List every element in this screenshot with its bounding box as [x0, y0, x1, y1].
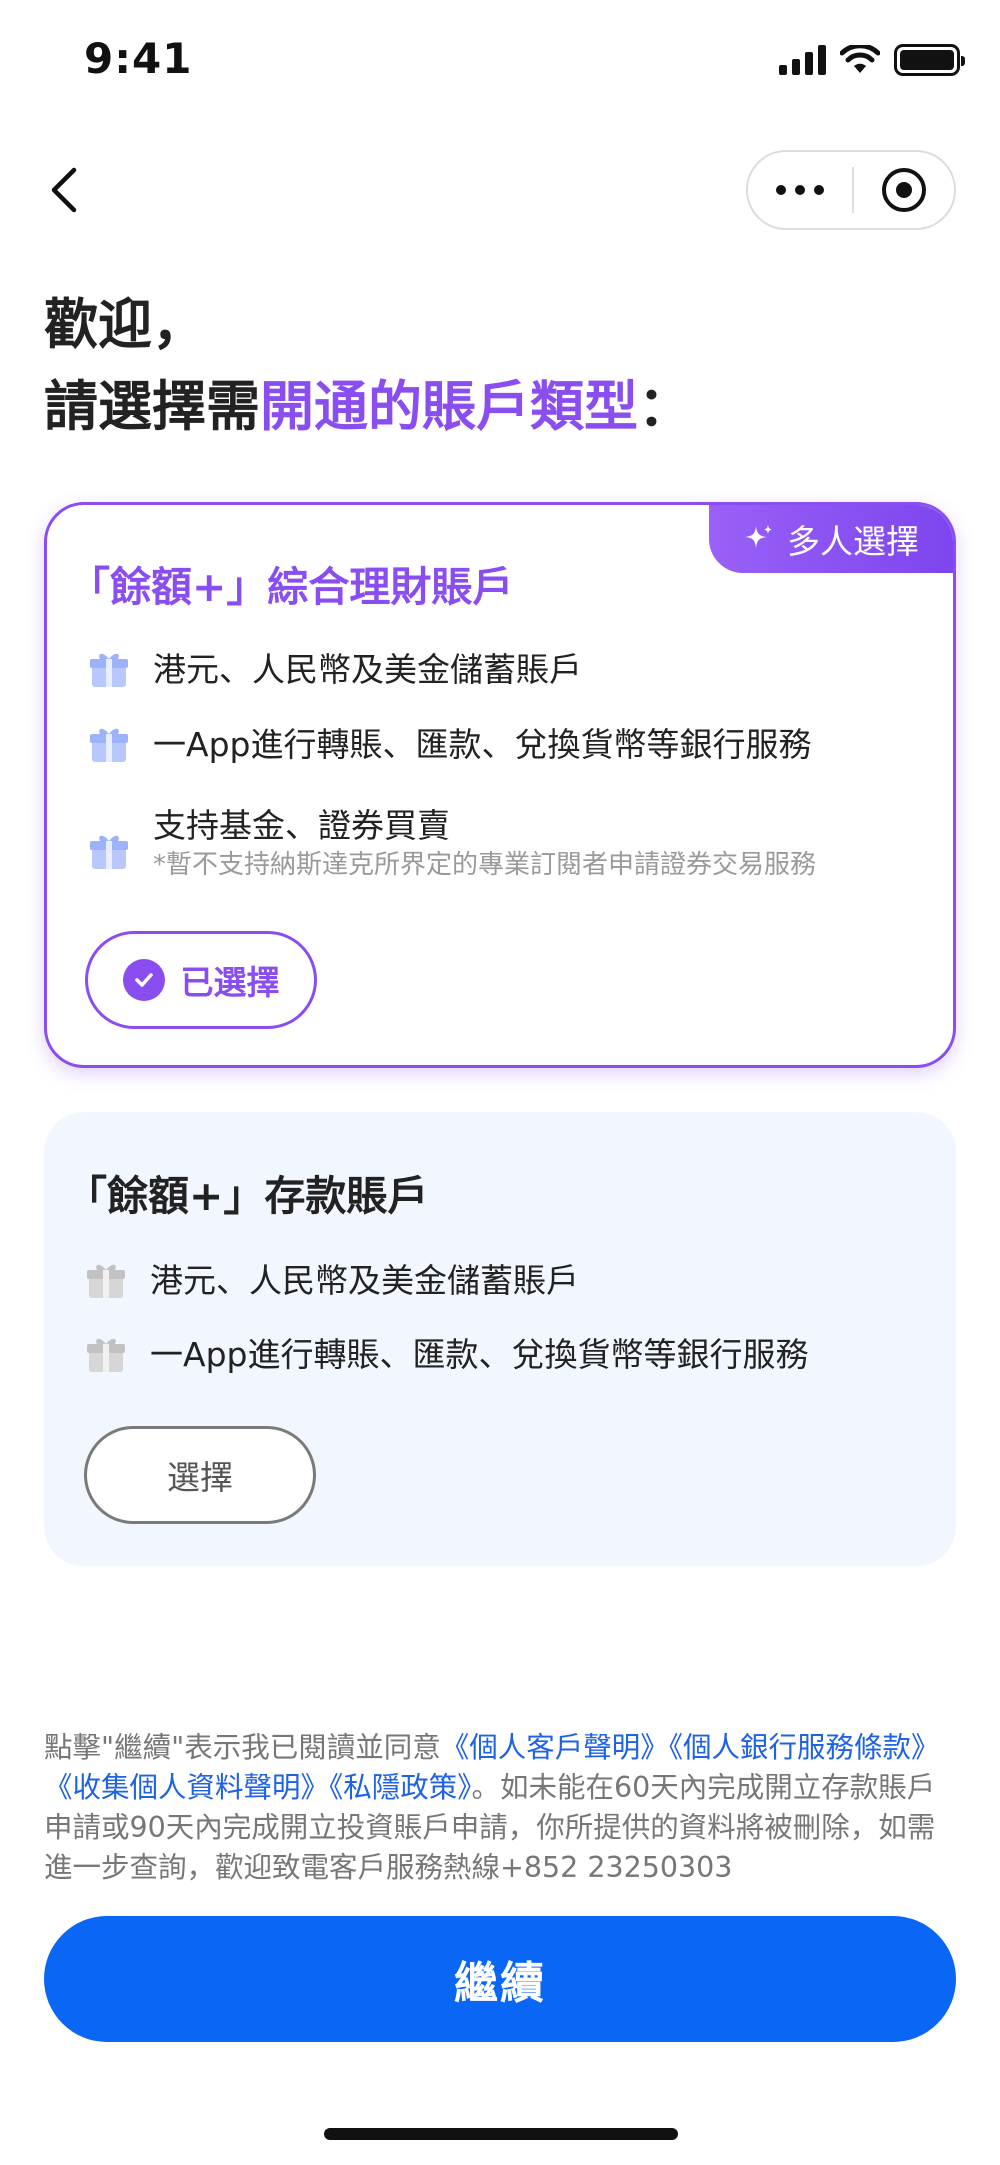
miniprogram-capsule [746, 150, 956, 230]
disclaimer-prefix: 點擊"繼續"表示我已閱讀並同意 [44, 1731, 441, 1764]
status-icons [779, 44, 965, 76]
select-button-label: 選擇 [167, 1458, 233, 1497]
feature-text: 港元、人民幣及美金儲蓄賬戶 [150, 1261, 579, 1300]
back-button[interactable] [38, 162, 88, 218]
more-button[interactable] [748, 152, 852, 228]
deposit-account-card[interactable]: 「餘額+」存款賬戶 港元、人民幣及美金儲蓄賬戶 一App進行轉賬、匯款、兌換貨幣… [44, 1112, 956, 1566]
heading-line-2: 請選擇需開通的賬戶類型： [44, 366, 692, 448]
sparkle-icon [745, 525, 772, 548]
continue-button[interactable]: 繼續 [44, 1916, 956, 2042]
wifi-icon [840, 45, 880, 73]
gift-icon [90, 653, 128, 687]
signal-icon [779, 45, 826, 75]
feature-item: 一App進行轉賬、匯款、兌換貨幣等銀行服務 [89, 724, 811, 766]
close-miniprogram-button[interactable] [854, 152, 954, 228]
feature-text: 支持基金、證券買賣 [153, 806, 450, 845]
selected-button-label: 已選擇 [180, 963, 280, 1002]
selected-button[interactable]: 已選擇 [85, 931, 317, 1029]
gift-icon [87, 1264, 125, 1298]
gift-icon [90, 835, 128, 869]
heading-line-1: 歡迎， [44, 293, 206, 356]
home-indicator [324, 2128, 678, 2140]
check-icon [122, 959, 165, 1001]
banking-terms-link[interactable]: 《個人銀行服務條款》 [669, 1731, 940, 1764]
feature-item: 港元、人民幣及美金儲蓄賬戶 [89, 649, 582, 691]
disclaimer-text: 點擊"繼續"表示我已閱讀並同意《個人客戶聲明》《個人銀行服務條款》《收集個人資料… [44, 1728, 958, 1888]
battery-icon [894, 44, 965, 76]
heading-prefix: 請選擇需 [44, 375, 260, 438]
status-bar: 9:41 [0, 0, 1000, 120]
popular-choice-tag: 多人選擇 [709, 505, 953, 573]
status-time: 9:41 [84, 34, 193, 83]
privacy-policy-link[interactable]: 《私隱政策》 [329, 1771, 472, 1804]
heading-accent: 開通的賬戶類型 [260, 375, 638, 438]
deposit-card-title: 「餘額+」存款賬戶 [66, 1172, 429, 1220]
feature-item: 一App進行轉賬、匯款、兌換貨幣等銀行服務 [86, 1334, 808, 1376]
feature-text: 港元、人民幣及美金儲蓄賬戶 [153, 650, 582, 689]
gift-icon [87, 1338, 125, 1372]
feature-text: 一App進行轉賬、匯款、兌換貨幣等銀行服務 [153, 725, 812, 764]
feature-text-block: 支持基金、證券買賣 *暫不支持納斯達克所界定的專業訂閱者申請證券交易服務 [153, 805, 816, 883]
investment-account-card[interactable]: 多人選擇 「餘額+」綜合理財賬戶 港元、人民幣及美金儲蓄賬戶 一App進行轉賬、… [44, 502, 956, 1068]
popular-tag-label: 多人選擇 [787, 522, 919, 561]
feature-text: 一App進行轉賬、匯款、兌換貨幣等銀行服務 [150, 1335, 809, 1374]
feature-item: 支持基金、證券買賣 *暫不支持納斯達克所界定的專業訂閱者申請證券交易服務 [89, 805, 816, 883]
page-heading: 歡迎， 請選擇需開通的賬戶類型： [44, 284, 692, 448]
target-circle-icon [882, 168, 926, 212]
personal-data-collection-link[interactable]: 《收集個人資料聲明》 [44, 1771, 329, 1804]
investment-card-title: 「餘額+」綜合理財賬戶 [69, 563, 514, 611]
heading-suffix: ： [638, 375, 692, 438]
select-button[interactable]: 選擇 [84, 1426, 316, 1524]
personal-customer-declaration-link[interactable]: 《個人客戶聲明》 [441, 1731, 669, 1764]
gift-icon [90, 728, 128, 762]
feature-note: *暫不支持納斯達克所界定的專業訂閱者申請證券交易服務 [153, 850, 817, 880]
more-dots-icon [776, 185, 786, 195]
chevron-left-icon [51, 167, 77, 213]
feature-item: 港元、人民幣及美金儲蓄賬戶 [86, 1260, 579, 1302]
